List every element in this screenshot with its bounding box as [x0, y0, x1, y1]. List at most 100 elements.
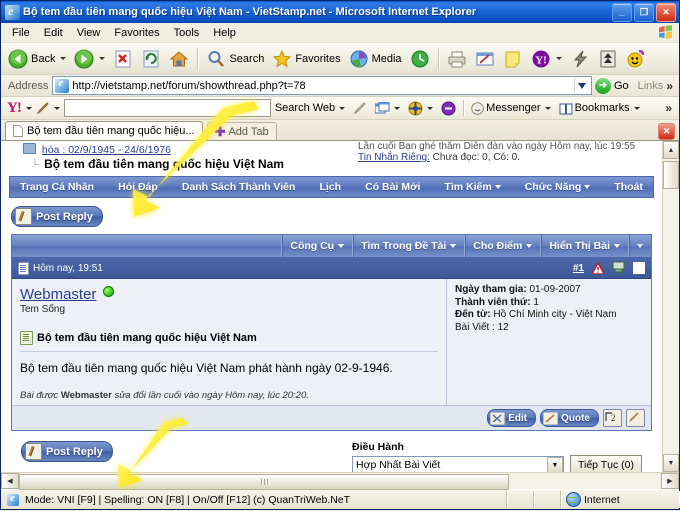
multiquote-button[interactable]: 2: [603, 409, 622, 427]
antispy-button[interactable]: [566, 44, 594, 74]
yahoo-overflow-icon[interactable]: »: [665, 101, 676, 115]
post-reply-button-bottom[interactable]: Post Reply: [21, 441, 113, 462]
yahoo-antispy-button[interactable]: [404, 101, 437, 116]
toolbar-overflow-icon[interactable]: »: [666, 79, 677, 93]
post-author: Webmaster: [20, 286, 438, 303]
emoticon-button[interactable]: [622, 44, 650, 74]
menu-item-edit[interactable]: Edit: [37, 26, 70, 40]
yahoo-chevron-down-icon[interactable]: [555, 57, 562, 60]
vertical-scroll-thumb[interactable]: [663, 161, 679, 189]
links-label[interactable]: Links: [635, 80, 667, 92]
menu-item-help[interactable]: Help: [206, 26, 243, 40]
home-button[interactable]: [165, 44, 193, 74]
author-username-link[interactable]: Webmaster: [20, 286, 96, 303]
post-number[interactable]: #1: [573, 263, 584, 274]
reply-with-quote-button[interactable]: [626, 409, 645, 427]
yahoo-logo-icon[interactable]: Y!: [4, 101, 24, 116]
moderation-continue-button[interactable]: Tiếp Tục (0): [569, 455, 642, 472]
yahoo-tabs-button[interactable]: [371, 101, 404, 115]
print-button[interactable]: [443, 44, 471, 74]
thread-tool-search-label: Tìm Trong Đề Tài: [361, 240, 447, 252]
minimize-button[interactable]: _: [612, 2, 632, 22]
edit-button[interactable]: [471, 44, 499, 74]
pencil-chevron-down-icon[interactable]: [53, 106, 60, 110]
edit-button-label: Edit: [508, 412, 528, 424]
close-tab-button[interactable]: ✕: [658, 123, 675, 140]
nav-item-calendar[interactable]: Lịch: [319, 181, 341, 193]
address-input[interactable]: http://vietstamp.net/forum/showthread.ph…: [52, 76, 592, 95]
add-tab-button[interactable]: ✚ Add Tab: [206, 122, 277, 140]
post-select-checkbox[interactable]: [633, 262, 645, 274]
messenger-chevron-down-icon[interactable]: [544, 106, 551, 110]
tools-chevron-down-icon: [338, 244, 345, 248]
target-chevron-down-icon[interactable]: [427, 106, 434, 110]
thread-tool-tools[interactable]: Công Cụ: [281, 235, 352, 257]
nav-item-search[interactable]: Tìm Kiếm: [444, 181, 501, 193]
thread-tool-search[interactable]: Tìm Trong Đề Tài: [352, 235, 464, 257]
nav-item-memberlist[interactable]: Danh Sách Thành Viên: [182, 181, 296, 193]
post-doc-icon: [18, 261, 29, 275]
yahoo-popup-button[interactable]: [437, 101, 460, 116]
horizontal-scroll-thumb[interactable]: [19, 474, 509, 490]
bookmarks-chevron-down-icon[interactable]: [633, 106, 640, 110]
address-chevron-down-icon[interactable]: [573, 78, 590, 93]
search-web-button[interactable]: Search Web: [271, 102, 349, 114]
menu-item-view[interactable]: View: [70, 26, 108, 40]
favorites-button[interactable]: Favorites: [268, 44, 344, 74]
media-button[interactable]: Media: [345, 44, 406, 74]
post-table: Công Cụ Tìm Trong Đề Tài Cho Điểm Hiển T…: [11, 234, 652, 431]
yahoo-highlight-button[interactable]: [349, 101, 371, 115]
private-message-link[interactable]: Tin Nhắn Riêng:: [358, 152, 430, 163]
yahoo-search-input[interactable]: [63, 99, 271, 117]
back-button[interactable]: Back: [4, 44, 70, 74]
forward-chevron-down-icon[interactable]: [99, 57, 106, 60]
scroll-up-button[interactable]: ▲: [663, 141, 679, 159]
search-button[interactable]: Search: [202, 44, 268, 74]
yahoo-pencil-button[interactable]: [32, 101, 64, 115]
scroll-down-button[interactable]: ▼: [663, 454, 679, 472]
forward-button[interactable]: [70, 44, 109, 74]
menu-item-tools[interactable]: Tools: [167, 26, 207, 40]
edit-button[interactable]: Edit: [487, 409, 537, 427]
vertical-scroll-track[interactable]: [663, 159, 679, 454]
back-icon: [8, 49, 28, 68]
close-button[interactable]: ✕: [656, 2, 676, 22]
download-button[interactable]: [594, 44, 622, 74]
nav-item-functions[interactable]: Chức Năng: [525, 181, 591, 193]
back-chevron-down-icon[interactable]: [60, 57, 67, 60]
notes-button[interactable]: [499, 44, 527, 74]
refresh-button[interactable]: [137, 44, 165, 74]
post-main-column: Webmaster Tem Sống Bộ tem đầu tiên mang …: [12, 279, 446, 405]
thread-tool-display[interactable]: Hiển Thị Bài: [540, 235, 628, 257]
go-button[interactable]: ➜ Go: [592, 77, 635, 94]
menu-item-file[interactable]: File: [5, 26, 37, 40]
horizontal-scrollbar[interactable]: ◀ ▶: [1, 472, 679, 490]
post-reply-button-top[interactable]: Post Reply: [11, 206, 103, 227]
vertical-scrollbar[interactable]: ▲ ▼: [662, 141, 679, 472]
post-date: Hôm nay, 19:51: [33, 262, 103, 274]
search-web-chevron-down-icon[interactable]: [339, 106, 346, 110]
user-ip-icon[interactable]: [612, 261, 625, 276]
quote-button[interactable]: Quote: [540, 409, 599, 427]
tab-active[interactable]: Bộ tem đầu tiên mang quốc hiệu...: [5, 121, 203, 140]
restore-button[interactable]: ❐: [634, 2, 654, 22]
nav-item-profile[interactable]: Trang Cá Nhân: [20, 181, 94, 193]
nav-item-faq[interactable]: Hỏi Đáp: [118, 181, 158, 193]
history-button[interactable]: [406, 44, 434, 74]
scroll-right-button[interactable]: ▶: [661, 473, 679, 489]
menu-item-favorites[interactable]: Favorites: [107, 26, 166, 40]
yahoo-button[interactable]: Y!: [527, 44, 566, 74]
thread-tool-more[interactable]: [628, 235, 651, 257]
scroll-left-button[interactable]: ◀: [1, 473, 19, 489]
bookmarks-button[interactable]: Bookmarks: [555, 102, 644, 115]
moderation-select[interactable]: Hợp Nhất Bài Viết ▼: [352, 456, 564, 472]
nav-item-newposts[interactable]: Có Bài Mới: [365, 181, 420, 193]
report-post-icon[interactable]: [590, 261, 606, 275]
tabs-chevron-down-icon[interactable]: [394, 106, 401, 110]
messenger-button[interactable]: Messenger: [467, 101, 554, 115]
moderation-chevron-down-icon[interactable]: ▼: [546, 457, 563, 472]
stop-button[interactable]: [109, 44, 137, 74]
horizontal-scroll-track[interactable]: [19, 473, 661, 490]
thread-tool-rate[interactable]: Cho Điểm: [464, 235, 540, 257]
nav-item-logout[interactable]: Thoát: [614, 181, 643, 193]
